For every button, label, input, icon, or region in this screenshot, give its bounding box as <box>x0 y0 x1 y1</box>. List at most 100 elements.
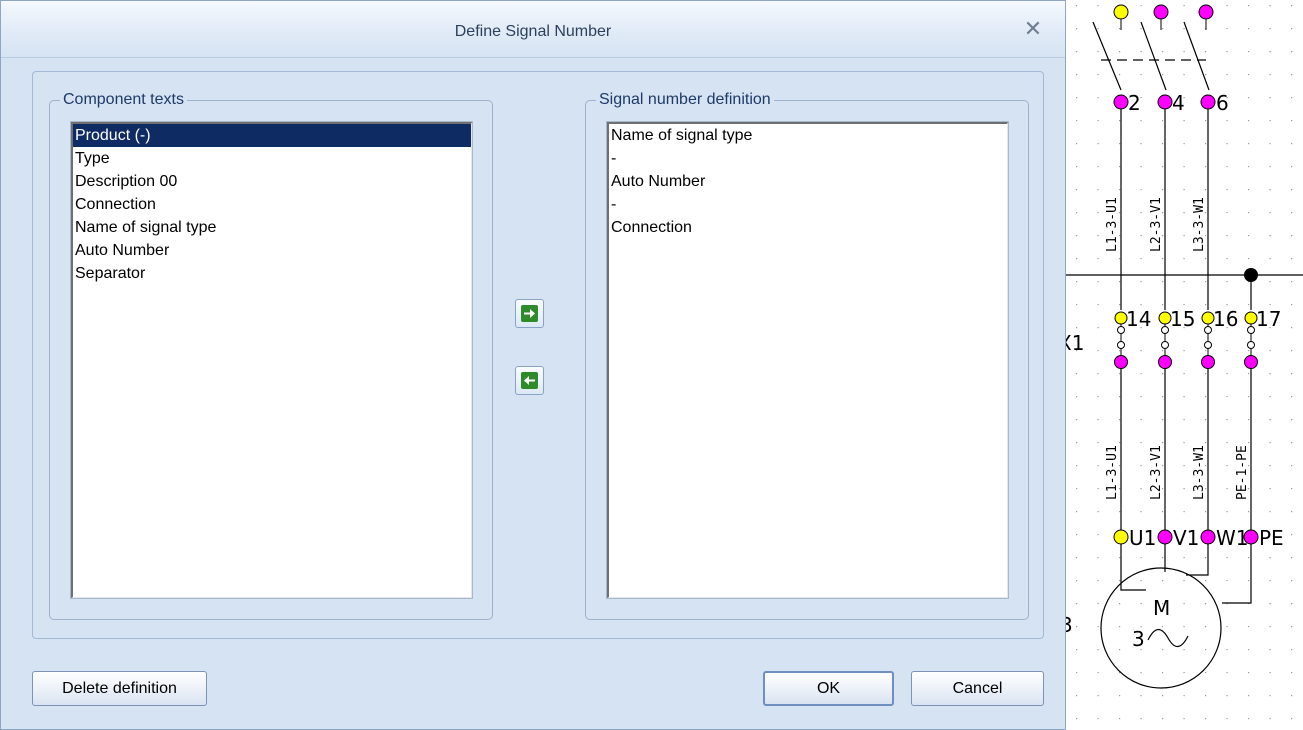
grid-dot <box>1076 120 1078 122</box>
grid-dot <box>1226 120 1228 122</box>
grid-dot <box>1076 442 1078 444</box>
ok-button[interactable]: OK <box>763 671 894 706</box>
terminal-connector <box>1158 355 1172 369</box>
grid-dot <box>1076 396 1078 398</box>
grid-dot <box>1291 603 1293 605</box>
grid-dot <box>1140 143 1142 145</box>
list-item[interactable]: - <box>609 193 1007 216</box>
grid-dot <box>1183 396 1185 398</box>
grid-dot <box>1226 396 1228 398</box>
list-item[interactable]: Name of signal type <box>73 216 471 239</box>
grid-dot <box>1269 718 1271 720</box>
grid-dot <box>1162 373 1164 375</box>
grid-dot <box>1076 212 1078 214</box>
add-to-definition-button[interactable] <box>515 299 544 328</box>
terminal-number: 16 <box>1213 307 1238 331</box>
list-item[interactable]: Name of signal type <box>609 124 1007 147</box>
grid-dot <box>1269 258 1271 260</box>
grid-dot <box>1248 212 1250 214</box>
grid-dot <box>1183 281 1185 283</box>
grid-dot <box>1097 626 1099 628</box>
grid-dot <box>1291 419 1293 421</box>
grid-dot <box>1097 442 1099 444</box>
list-item[interactable]: Connection <box>609 216 1007 239</box>
grid-dot <box>1269 396 1271 398</box>
list-item[interactable]: Auto Number <box>73 239 471 262</box>
list-item[interactable]: Description 00 <box>73 170 471 193</box>
grid-dot <box>1076 580 1078 582</box>
grid-dot <box>1183 74 1185 76</box>
contactor-contacts <box>1092 21 1210 91</box>
list-item[interactable]: Connection <box>73 193 471 216</box>
signal-definition-list[interactable]: Name of signal type - Auto Number - Connecti… <box>606 121 1009 599</box>
terminal-number: 14 <box>1126 307 1151 331</box>
grid-dot <box>1076 465 1078 467</box>
list-item[interactable]: Type <box>73 147 471 170</box>
grid-dot <box>1226 626 1228 628</box>
grid-dot <box>1269 51 1271 53</box>
grid-dot <box>1140 350 1142 352</box>
component-texts-group: Component texts Product (-) Type Descripti… <box>49 90 493 620</box>
grid-dot <box>1183 51 1185 53</box>
grid-dot <box>1248 74 1250 76</box>
grid-dot <box>1291 649 1293 651</box>
grid-dot <box>1248 580 1250 582</box>
grid-dot <box>1097 718 1099 720</box>
close-icon[interactable]: ✕ <box>1021 17 1045 41</box>
grid-dot <box>1076 695 1078 697</box>
lower-wires: L1-3-U1 L2-3-V1 L3-3-W1 PE-1-PE <box>1105 369 1252 530</box>
grid-dot <box>1226 718 1228 720</box>
grid-dot <box>1248 718 1250 720</box>
delete-definition-button[interactable]: Delete definition <box>32 671 207 706</box>
grid-dot <box>1162 649 1164 651</box>
component-texts-list[interactable]: Product (-) Type Description 00 Connection N… <box>70 121 473 599</box>
grid-dot <box>1183 212 1185 214</box>
grid-dot <box>1119 718 1121 720</box>
grid-dot <box>1076 28 1078 30</box>
grid-dot <box>1291 281 1293 283</box>
grid-dot <box>1226 557 1228 559</box>
cancel-button[interactable]: Cancel <box>911 671 1044 706</box>
grid-dot <box>1140 28 1142 30</box>
grid-dot <box>1226 5 1228 7</box>
grid-dot <box>1205 580 1207 582</box>
grid-dot <box>1226 695 1228 697</box>
grid-dot <box>1119 557 1121 559</box>
grid-dot <box>1097 488 1099 490</box>
grid-dot <box>1097 373 1099 375</box>
grid-dot <box>1226 304 1228 306</box>
grid-dot <box>1248 166 1250 168</box>
grid-dot <box>1097 5 1099 7</box>
grid-dot <box>1205 143 1207 145</box>
list-item[interactable]: Product (-) <box>73 124 471 147</box>
list-item[interactable]: Separator <box>73 262 471 285</box>
grid-dot <box>1183 488 1185 490</box>
grid-dot <box>1269 603 1271 605</box>
grid-dot <box>1291 258 1293 260</box>
grid-dot <box>1291 143 1293 145</box>
grid-dot <box>1140 51 1142 53</box>
list-item[interactable]: Auto Number <box>609 170 1007 193</box>
grid-dot <box>1291 350 1293 352</box>
grid-dot <box>1205 603 1207 605</box>
grid-dot <box>1140 580 1142 582</box>
terminal-block-x1: X1 14 15 16 17 <box>1066 307 1281 369</box>
grid-dot <box>1269 557 1271 559</box>
grid-dot <box>1291 327 1293 329</box>
grid-dot <box>1119 74 1121 76</box>
grid-dot <box>1162 695 1164 697</box>
arrow-left-icon <box>521 372 538 389</box>
grid-dot <box>1162 557 1164 559</box>
arrow-right-icon <box>521 305 538 322</box>
grid-dot <box>1183 258 1185 260</box>
grid-dot <box>1205 51 1207 53</box>
grid-dot <box>1291 373 1293 375</box>
grid-dot <box>1183 649 1185 651</box>
grid-dot <box>1097 557 1099 559</box>
grid-dot <box>1291 304 1293 306</box>
wire-label: L1-3-U1 <box>1105 445 1120 500</box>
remove-from-definition-button[interactable] <box>515 366 544 395</box>
grid-dot <box>1291 97 1293 99</box>
list-item[interactable]: - <box>609 147 1007 170</box>
grid-dot <box>1162 396 1164 398</box>
